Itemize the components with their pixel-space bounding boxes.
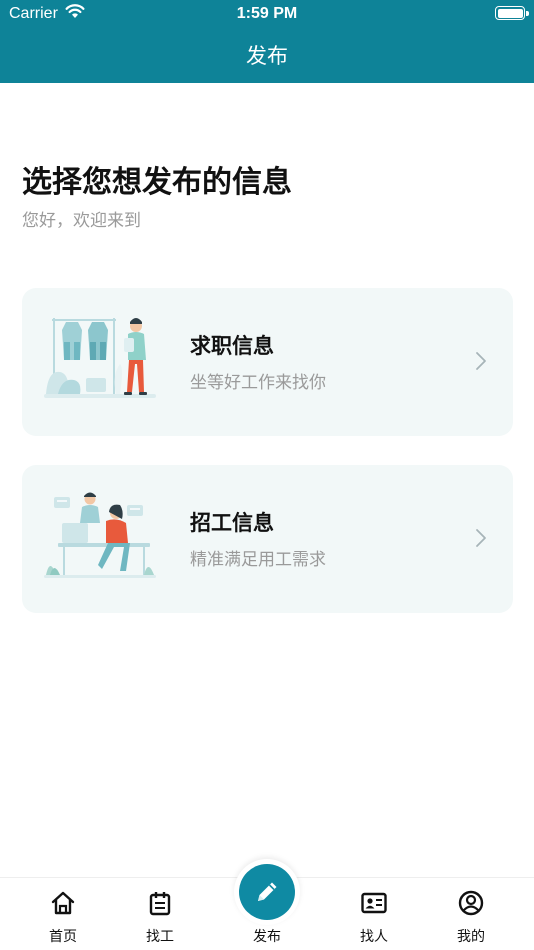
pencil-icon [258,882,277,901]
tab-home[interactable]: 首页 [23,878,103,950]
tab-label: 找人 [360,929,388,945]
card-title: 求职信息 [190,334,274,358]
tab-find-work[interactable]: 找工 [120,878,200,950]
profile-icon [458,890,484,916]
page-title: 发布 [246,44,288,68]
tab-find-people[interactable]: 找人 [334,878,414,950]
id-card-icon [361,892,387,914]
intro-subheading: 您好，欢迎来到 [22,211,141,231]
calendar-icon [149,892,171,916]
chevron-right-icon [476,529,486,547]
clock: 1:59 PM [236,5,298,22]
tab-label: 我的 [457,929,485,945]
tab-label: 找工 [146,929,174,945]
recruiter-illustration [40,485,160,585]
battery-icon [495,6,529,20]
card-description: 坐等好工作来找你 [190,373,326,393]
card-title: 招工信息 [190,511,274,535]
job-seeker-illustration [40,308,160,408]
status-bar: Carrier 1:59 PM [0,0,534,28]
intro-heading: 选择您想发布的信息 [22,165,292,200]
chevron-right-icon [476,352,486,370]
tab-label: 发布 [253,929,281,945]
home-icon [51,891,75,915]
job-seeking-card[interactable]: 求职信息 坐等好工作来找你 [22,288,513,436]
tab-label: 首页 [49,929,77,945]
tab-mine[interactable]: 我的 [431,878,511,950]
navigation-bar: Carrier 1:59 PM 发布 [0,0,534,83]
recruitment-card[interactable]: 招工信息 精准满足用工需求 [22,465,513,613]
publish-button[interactable] [239,864,295,920]
card-description: 精准满足用工需求 [190,550,326,570]
